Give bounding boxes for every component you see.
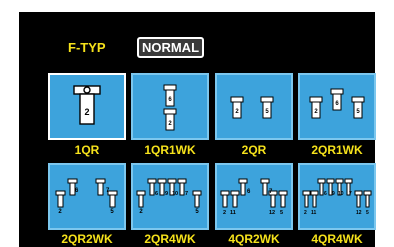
servo-icon: 6 9 10 7 2 5	[136, 178, 202, 215]
tile-caption: 4QR2WK	[228, 232, 280, 246]
servo-number: 2	[304, 210, 307, 216]
servo-number: 2	[84, 107, 89, 117]
servo-number: 5	[195, 209, 199, 215]
tile-2qr2wk[interactable]: 6 7 2 5	[48, 163, 126, 230]
servo-number: 5	[366, 210, 369, 216]
tile-caption: 2QR4WK	[144, 232, 196, 246]
tile-1qr[interactable]: 2	[48, 73, 126, 140]
servo-number: 9	[165, 191, 168, 197]
servo-icon: 6 7 2 11 12 5	[220, 178, 288, 216]
servo-number: 6	[247, 189, 251, 195]
tile-caption: 2QR2WK	[61, 232, 113, 246]
servo-number: 2	[139, 209, 143, 215]
servo-number: 7	[185, 191, 188, 197]
tile-2qr[interactable]: 2 5	[215, 73, 293, 140]
servo-number: 11	[311, 210, 317, 216]
mode-button[interactable]: NORMAL	[137, 37, 204, 58]
servo-number: 7	[349, 191, 352, 197]
tile-2qr1wk[interactable]: 2 6 5	[298, 73, 376, 140]
ftype-label: F-TYP	[68, 40, 106, 55]
servo-number: 9	[332, 191, 335, 197]
servo-number: 6	[324, 191, 327, 197]
tile-4qr4wk[interactable]: 6 9 10 7 2 11 12 5	[298, 163, 376, 230]
tile-caption: 2QR	[241, 143, 267, 157]
servo-icon: 6 2	[163, 84, 177, 131]
servo-icon: 2 6 5	[309, 88, 365, 119]
servo-icon: 2 5	[230, 96, 274, 119]
servo-icon: 2	[73, 85, 101, 125]
servo-number: 10	[172, 191, 178, 197]
tile-caption: 4QR4WK	[311, 232, 363, 246]
tile-1qr1wk[interactable]: 6 2	[131, 73, 209, 140]
servo-number: 6	[75, 188, 79, 194]
tile-caption: 1QR1WK	[144, 143, 196, 157]
servo-number: 5	[110, 209, 114, 215]
tile-caption: 1QR	[74, 143, 100, 157]
tile-2qr4wk[interactable]: 6 9 10 7 2 5	[131, 163, 209, 230]
servo-number: 10	[338, 191, 344, 197]
servo-number: 2	[58, 209, 62, 215]
tile-4qr2wk[interactable]: 6 7 2 11 12 5	[215, 163, 293, 230]
servo-number: 12	[269, 210, 275, 216]
servo-icon: 6 9 10 7 2 11 12 5	[302, 178, 372, 216]
servo-number: 12	[356, 210, 362, 216]
servo-number: 11	[230, 210, 236, 216]
servo-number: 6	[155, 191, 158, 197]
servo-number: 5	[280, 210, 283, 216]
tile-caption: 2QR1WK	[311, 143, 363, 157]
servo-number: 2	[223, 210, 226, 216]
servo-icon: 6 7 2 5	[55, 178, 118, 215]
